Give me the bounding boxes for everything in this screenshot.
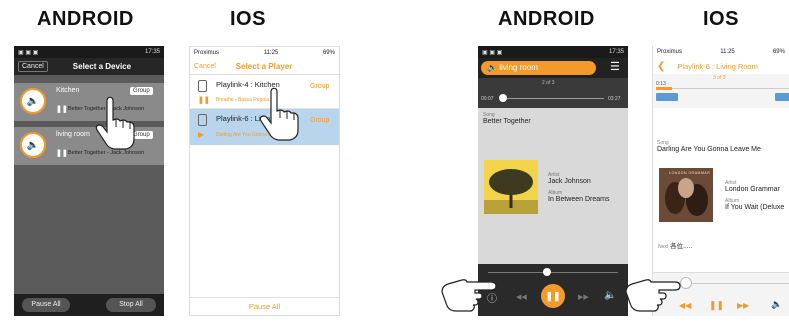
battery: 69% (772, 49, 785, 55)
progress-fill[interactable] (656, 87, 673, 90)
nav-bar: ❮ Playlink-6 : Living Room (653, 58, 789, 74)
pointing-hand-icon (95, 96, 135, 150)
cancel-button[interactable]: Cancel (194, 63, 216, 70)
status-icons: ▣ ▣ ▣ (18, 49, 39, 56)
artist-block: Artist Jack Johnson Album In Between Dre… (548, 172, 609, 203)
now-playing: Better Together - Jack Johnson (68, 150, 145, 156)
song-block: Song Better Together (478, 108, 628, 129)
track-info-bar: 2 of 3 00:07 03:27 (478, 78, 628, 108)
queue-menu-icon[interactable]: ☰ (610, 60, 620, 73)
speaker-icon: 🔈 (487, 63, 500, 72)
pause-all-button[interactable]: Pause All (22, 298, 70, 312)
status-bar: Proximus 11:25 69% (653, 46, 789, 58)
pointing-hand-icon (625, 279, 681, 312)
track-counter: 3 of 3 (713, 75, 726, 81)
device-name: living room (56, 131, 90, 138)
play-icon[interactable]: ▶ (198, 130, 204, 139)
android-now-playing-screen: ▣ ▣ ▣ 17:35 🔈 living room ☰ 2 of 3 00:07… (478, 46, 628, 316)
volume-icon[interactable]: 🔈 (771, 299, 782, 310)
album-art (484, 160, 538, 214)
shuffle-button[interactable] (775, 93, 789, 101)
speaker-icon (198, 80, 207, 92)
back-chevron-icon[interactable]: ❮ (657, 61, 665, 72)
ios-header-1: IOS (230, 8, 266, 30)
pause-icon[interactable]: ❚❚ (56, 105, 68, 113)
nav-bar: Cancel Select a Player (190, 59, 339, 75)
song-title: Better Together (483, 118, 531, 125)
pause-all-button[interactable]: Pause All (190, 297, 339, 315)
status-time: 17:35 (144, 49, 160, 55)
next-label: Next (658, 244, 669, 250)
page-title: Select a Player (235, 62, 293, 71)
next-icon[interactable]: ▶▶ (737, 301, 749, 310)
speaker-icon: 🔈 (20, 88, 46, 114)
artist-name: Jack Johnson (548, 178, 591, 185)
repeat-button[interactable] (656, 93, 678, 101)
album-name: In Between Dreams (548, 196, 610, 203)
room-bar: 🔈 living room ☰ (478, 58, 628, 78)
stop-all-button[interactable]: Stop All (106, 298, 156, 312)
speaker-icon (198, 114, 207, 126)
ios-player-select-screen: Proximus 11:25 69% Cancel Select a Playe… (189, 46, 340, 316)
progress-track (656, 88, 789, 89)
carrier: Proximus (657, 49, 683, 55)
status-bar: Proximus 11:25 69% (190, 47, 339, 59)
page-title: Playlink-6 : Living Room (677, 61, 758, 71)
band-photo-illustration (659, 168, 713, 222)
group-button[interactable]: Group (130, 87, 153, 95)
status-time: 17:35 (608, 49, 624, 55)
page-title: Select a Device (72, 62, 132, 71)
carrier: Proximus (194, 50, 220, 56)
pointing-hand-icon (441, 279, 497, 312)
next-track: Next 各位..... (658, 240, 692, 250)
pause-icon[interactable]: ❚❚ (56, 149, 68, 157)
ios-now-playing-screen: Proximus 11:25 69% ❮ Playlink-6 : Living… (652, 46, 789, 316)
device-item-kitchen[interactable]: 🔈 Kitchen Group ❚❚ Better Together - Jac… (14, 83, 164, 121)
track-counter: 2 of 3 (542, 80, 555, 86)
progress-handle[interactable] (499, 94, 508, 102)
title-bar: Cancel Select a Device (14, 58, 164, 75)
room-name: living room (499, 63, 538, 72)
group-button[interactable]: Group (310, 83, 329, 90)
status-icons: ▣ ▣ ▣ (482, 49, 503, 56)
total-time: 03:27 (608, 96, 621, 102)
volume-icon[interactable]: 🔈 (604, 290, 616, 301)
previous-icon[interactable]: ◀◀ (516, 293, 527, 301)
pause-icon[interactable]: ❚❚ (709, 300, 724, 311)
status-bar: ▣ ▣ ▣ 17:35 (14, 46, 164, 58)
status-time: 11:25 (720, 49, 735, 55)
pause-icon[interactable]: ❚❚ (198, 96, 210, 104)
next-title: 各位..... (670, 243, 693, 250)
track-info-bar: 3 of 3 0:13 (653, 74, 789, 108)
speaker-icon: 🔈 (20, 132, 46, 158)
volume-track (488, 272, 618, 273)
album-name: If You Wait (Deluxe (725, 204, 785, 211)
pause-button[interactable]: ❚❚ (541, 284, 565, 308)
next-icon[interactable]: ▶▶ (578, 293, 589, 301)
ios-header-2: IOS (703, 8, 739, 30)
song-block: Song Darling Are You Gonna Leave Me (653, 108, 789, 157)
cancel-button[interactable]: Cancel (18, 61, 48, 72)
battery: 69% (322, 50, 335, 56)
elapsed-time: 00:07 (481, 96, 494, 102)
tree-illustration (484, 160, 538, 214)
volume-handle[interactable] (542, 268, 551, 276)
album-art: LONDON GRAMMAR (659, 168, 713, 222)
status-bar: ▣ ▣ ▣ 17:35 (478, 46, 628, 58)
artist-name: London Grammar (725, 186, 780, 193)
android-header-1: ANDROID (37, 8, 134, 30)
bottom-bar: Pause All Stop All (14, 294, 164, 316)
android-device-select-screen: ▣ ▣ ▣ 17:35 Cancel Select a Device 🔈 Kit… (14, 46, 164, 316)
android-header-2: ANDROID (498, 8, 595, 30)
pointing-hand-icon (259, 87, 299, 141)
status-time: 11:25 (263, 50, 279, 56)
group-button[interactable]: Group (310, 117, 329, 124)
album-art-text: LONDON GRAMMAR (669, 171, 711, 175)
room-selector[interactable]: 🔈 living room (481, 61, 596, 75)
song-title: Darling Are You Gonna Leave Me (657, 146, 761, 153)
artist-block: Artist London Grammar Album If You Wait … (725, 180, 784, 211)
device-item-living-room[interactable]: 🔈 living room Group ❚❚ Better Together -… (14, 127, 164, 165)
device-name: Kitchen (56, 87, 80, 94)
progress-track (500, 98, 604, 99)
